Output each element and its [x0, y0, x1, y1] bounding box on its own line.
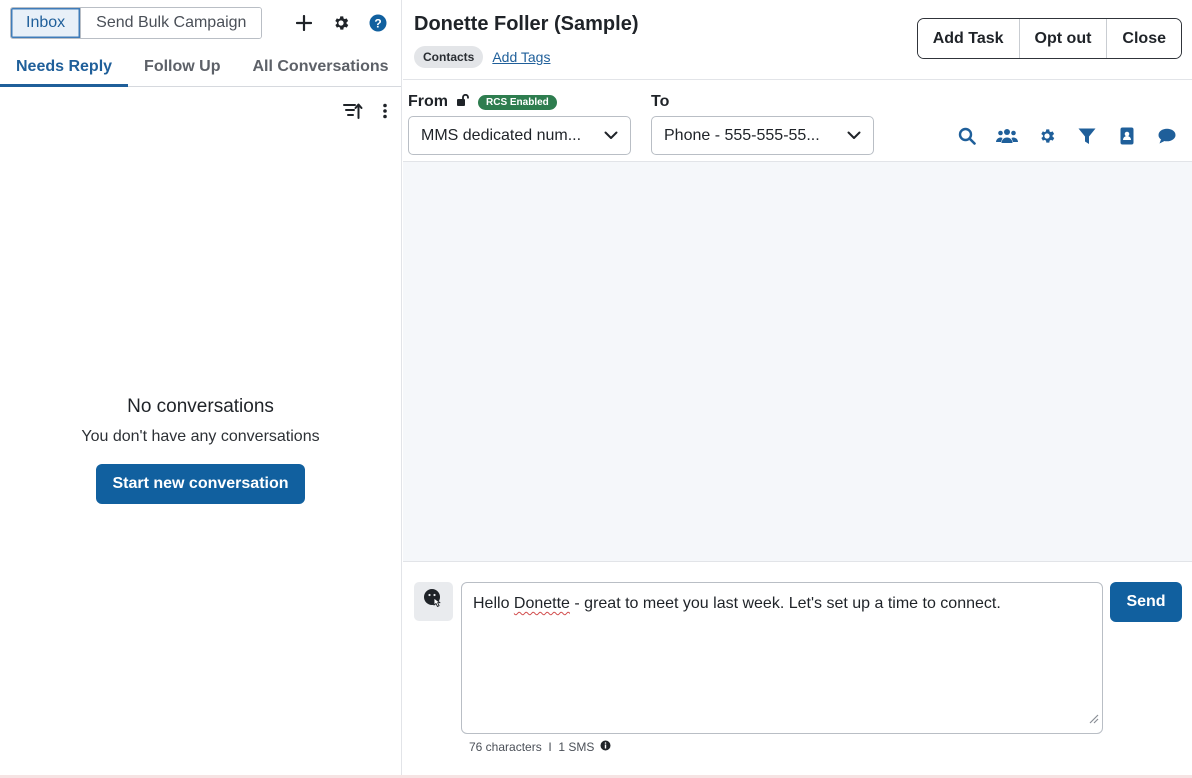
resize-handle-icon[interactable] — [1089, 710, 1099, 730]
send-bulk-campaign-segment[interactable]: Send Bulk Campaign — [81, 8, 262, 38]
emoji-button[interactable] — [414, 582, 453, 621]
empty-state-subtitle: You don't have any conversations — [81, 428, 320, 445]
start-new-conversation-button[interactable]: Start new conversation — [96, 464, 305, 504]
empty-state-title: No conversations — [127, 396, 274, 417]
header-divider — [403, 79, 1192, 80]
info-icon[interactable] — [600, 740, 611, 754]
from-label: From — [408, 93, 448, 110]
users-icon[interactable] — [996, 125, 1018, 147]
close-button[interactable]: Close — [1106, 19, 1181, 58]
contact-name: Donette Foller (Sample) — [414, 13, 639, 35]
more-vertical-icon[interactable] — [374, 100, 396, 122]
svg-text:?: ? — [374, 17, 381, 31]
from-select[interactable]: MMS dedicated num... — [408, 116, 631, 155]
conversation-tabs: Needs Reply Follow Up All Conversations — [0, 48, 401, 87]
rcs-enabled-badge: RCS Enabled — [478, 94, 557, 110]
inbox-mode-toggle: Inbox Send Bulk Campaign — [10, 7, 263, 39]
conversation-panel: Donette Foller (Sample) Contacts Add Tag… — [403, 0, 1192, 778]
inbox-actions: ? — [293, 12, 389, 34]
chevron-down-icon — [847, 127, 861, 145]
filter-icon[interactable] — [1076, 125, 1098, 147]
from-label-row: From RCS Enabled — [408, 93, 557, 111]
message-input[interactable]: Hello Donette - great to meet you last w… — [461, 582, 1103, 734]
chevron-down-icon — [604, 127, 618, 145]
misspelled-word: Donette — [513, 595, 570, 612]
tab-needs-reply[interactable]: Needs Reply — [0, 48, 129, 87]
opt-out-button[interactable]: Opt out — [1018, 19, 1107, 58]
empty-state: No conversations You don't have any conv… — [0, 396, 401, 504]
tag-row: Contacts Add Tags — [414, 46, 550, 68]
add-tags-link[interactable]: Add Tags — [492, 49, 550, 65]
contacts-chip: Contacts — [414, 46, 484, 68]
gear-icon[interactable] — [330, 12, 352, 34]
emoji-smile-icon — [423, 588, 445, 615]
to-label: To — [651, 93, 670, 110]
conversations-panel: Inbox Send Bulk Campaign ? Needs Reply F… — [0, 0, 402, 778]
to-label-row: To — [651, 93, 669, 111]
search-icon[interactable] — [956, 125, 978, 147]
list-tools — [342, 100, 396, 122]
character-counter-text: 76 characters I 1 SMS — [469, 740, 595, 754]
message-text-start: Hello — [473, 595, 514, 612]
conversation-tools — [956, 125, 1178, 147]
message-text-end: - great to meet you last week. Let's set… — [569, 595, 1001, 612]
character-counter: 76 characters I 1 SMS — [469, 740, 611, 754]
message-thread — [403, 161, 1192, 562]
contact-actions: Add Task Opt out Close — [916, 18, 1182, 59]
contact-card-icon[interactable] — [1116, 125, 1138, 147]
settings-icon[interactable] — [1036, 125, 1058, 147]
tab-all-conversations[interactable]: All Conversations — [236, 48, 404, 86]
add-task-button[interactable]: Add Task — [917, 19, 1019, 58]
to-select-value: Phone - 555-555-55... — [664, 126, 820, 144]
chat-bubble-icon[interactable] — [1156, 125, 1178, 147]
sort-icon[interactable] — [342, 100, 364, 122]
unlock-icon — [456, 93, 470, 111]
plus-icon[interactable] — [293, 12, 315, 34]
from-select-value: MMS dedicated num... — [421, 126, 582, 144]
send-button[interactable]: Send — [1110, 582, 1182, 622]
inbox-segment[interactable]: Inbox — [11, 8, 82, 38]
to-select[interactable]: Phone - 555-555-55... — [651, 116, 874, 155]
help-icon[interactable]: ? — [367, 12, 389, 34]
tab-follow-up[interactable]: Follow Up — [128, 48, 236, 86]
